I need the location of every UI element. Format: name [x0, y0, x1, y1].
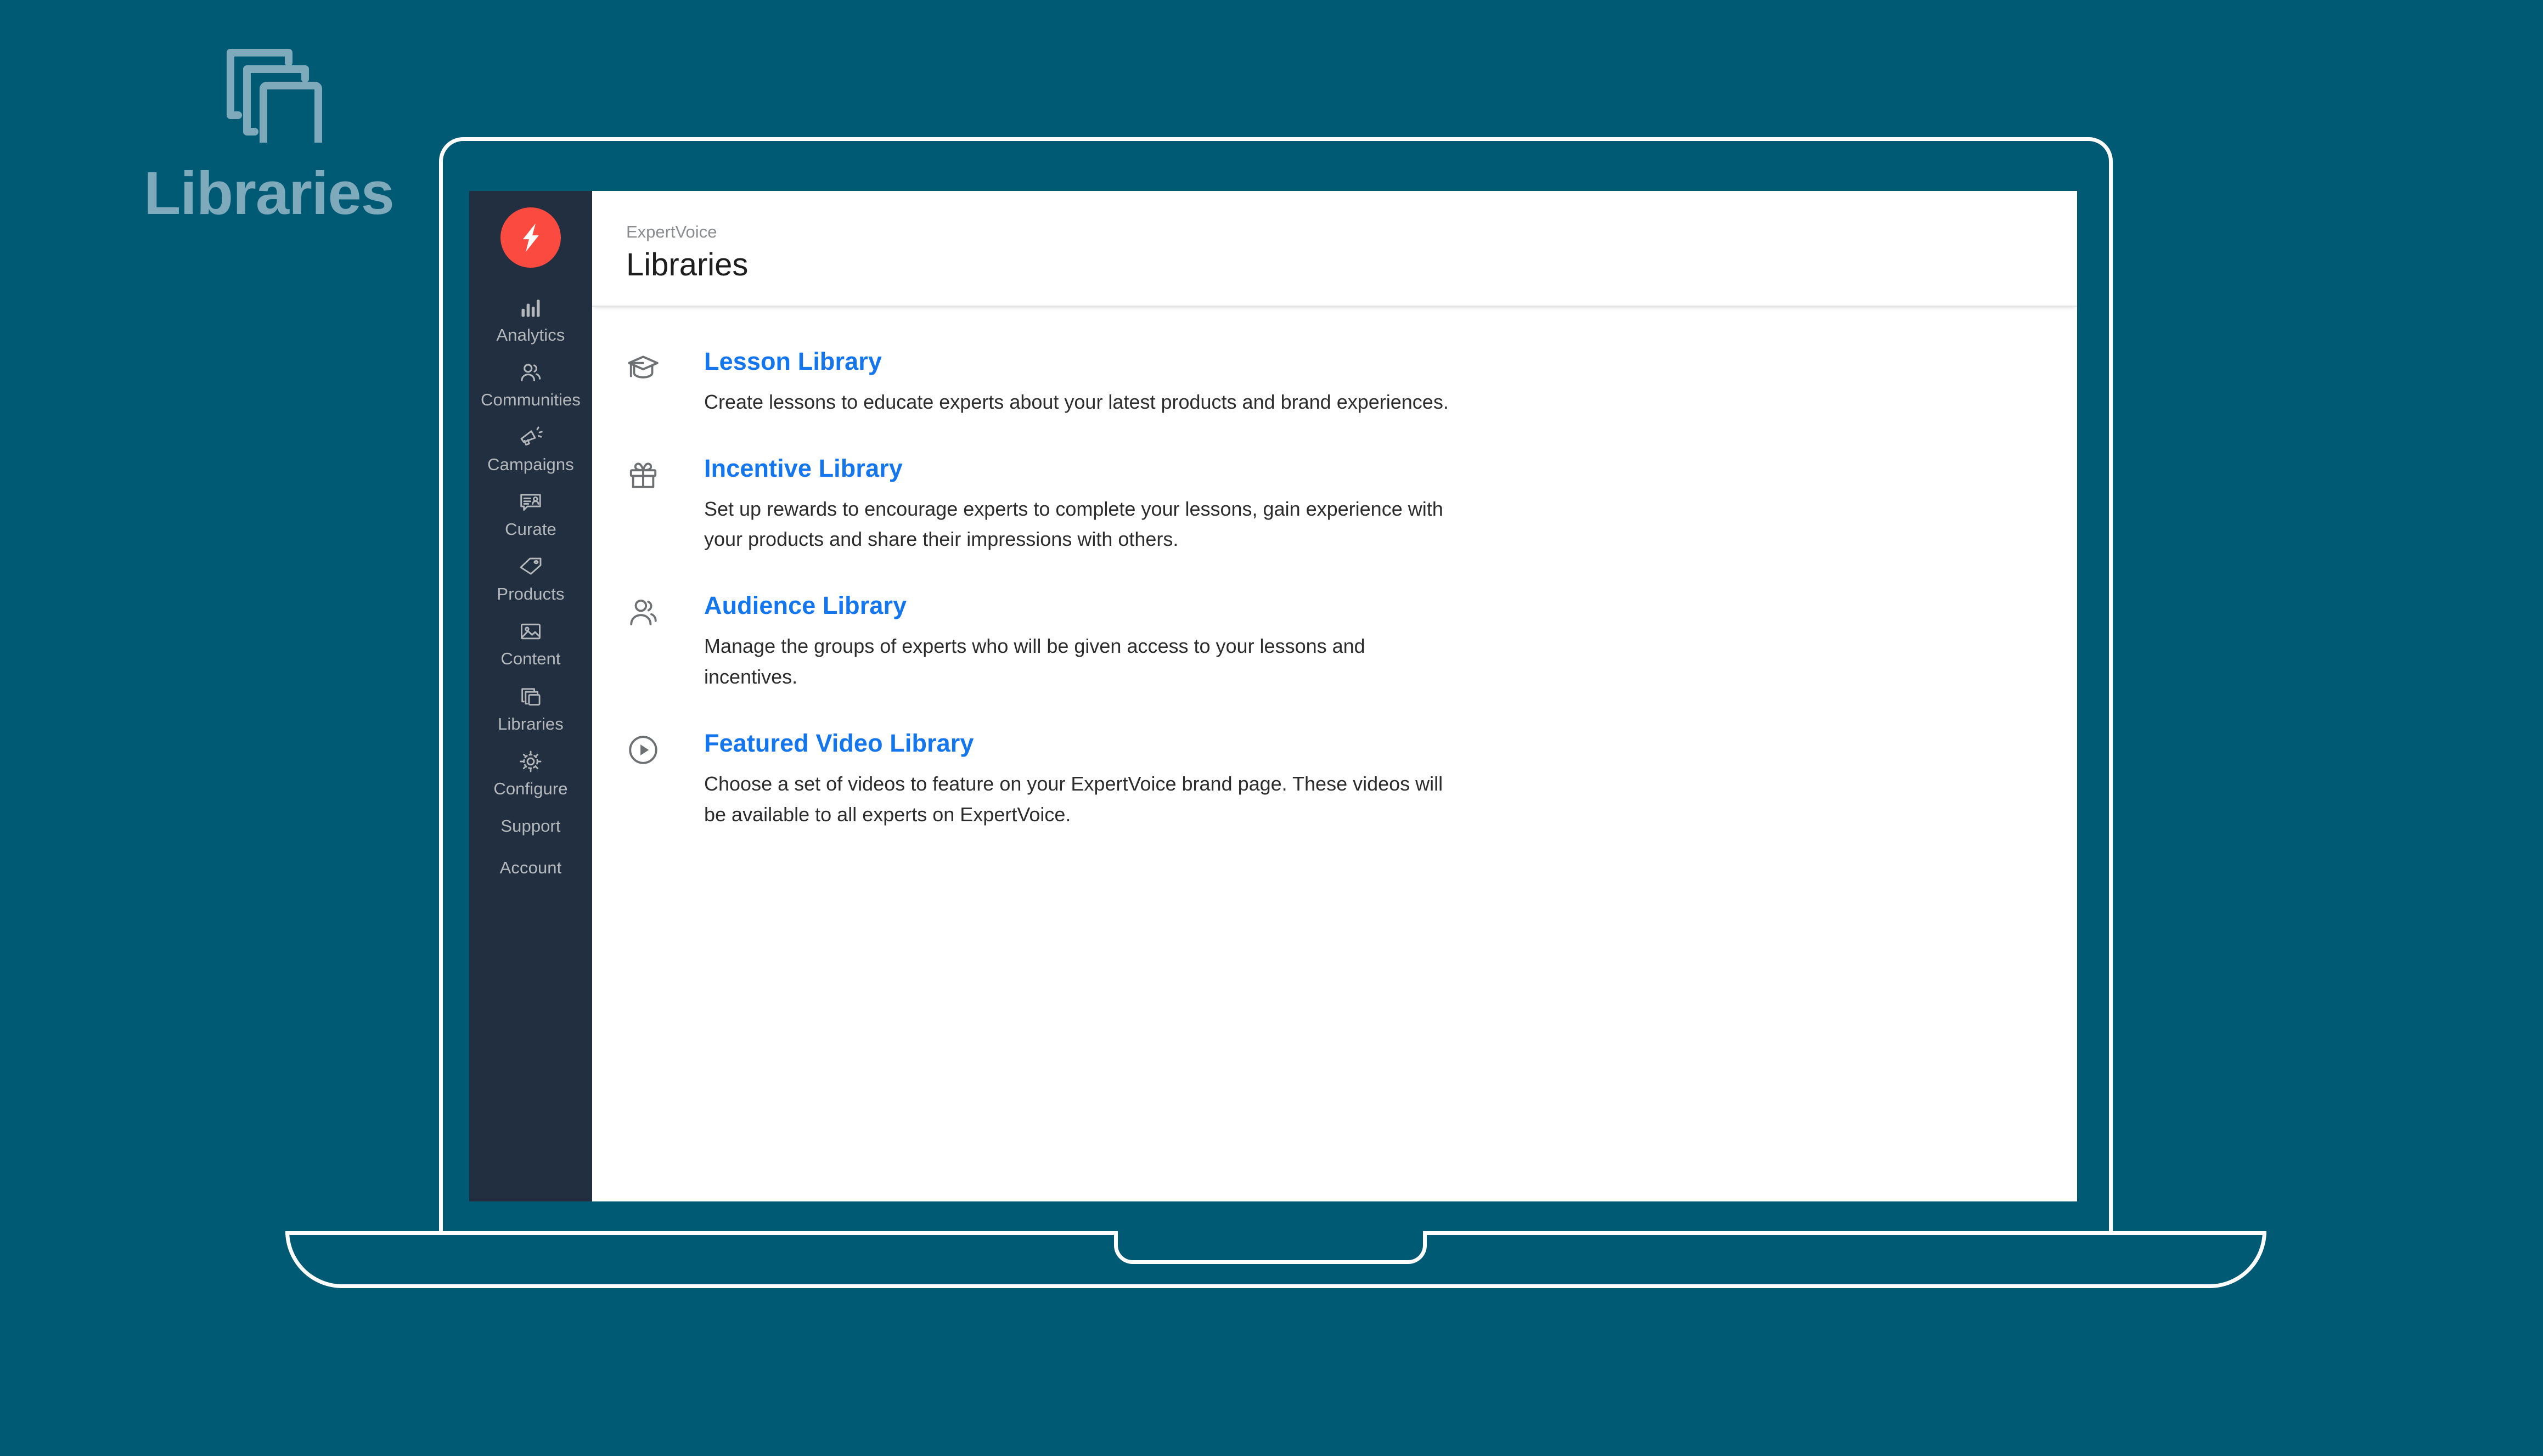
list-item-body: Incentive Library Set up rewards to enco… [673, 454, 1464, 555]
featured-video-library-link[interactable]: Featured Video Library [704, 729, 974, 758]
sidebar-item-label: Account [499, 857, 562, 877]
sidebar-item-analytics[interactable]: Analytics [469, 286, 592, 351]
sidebar-item-label: Support [500, 816, 561, 836]
lesson-library-description: Create lessons to educate experts about … [704, 390, 1449, 413]
image-icon [519, 618, 543, 645]
sidebar-item-label: Analytics [496, 325, 565, 345]
list-item-body: Featured Video Library Choose a set of v… [673, 729, 1464, 830]
sidebar-item-label: Campaigns [487, 455, 574, 475]
breadcrumb: ExpertVoice [626, 222, 717, 241]
list-item: Incentive Library Set up rewards to enco… [626, 454, 2077, 555]
sidebar-item-account[interactable]: Account [469, 846, 592, 888]
list-item: Featured Video Library Choose a set of v… [626, 729, 2077, 830]
featured-video-library-description: Choose a set of videos to feature on you… [704, 772, 1443, 826]
gift-icon [626, 454, 673, 492]
laptop-trackpad-notch [1114, 1231, 1427, 1264]
megaphone-icon [518, 424, 543, 451]
incentive-library-link[interactable]: Incentive Library [704, 454, 903, 483]
brand-title: Libraries [144, 160, 395, 227]
sidebar-item-label: Products [497, 584, 565, 604]
sidebar-item-libraries[interactable]: Libraries [469, 675, 592, 740]
sidebar-item-support[interactable]: Support [469, 805, 592, 846]
sidebar-item-content[interactable]: Content [469, 610, 592, 675]
audience-library-link[interactable]: Audience Library [704, 591, 907, 620]
people-icon [518, 359, 543, 386]
lesson-library-link[interactable]: Lesson Library [704, 347, 882, 376]
list-item: Audience Library Manage the groups of ex… [626, 591, 2077, 692]
audience-library-description: Manage the groups of experts who will be… [704, 635, 1365, 689]
brand-label: Libraries [99, 33, 439, 224]
list-item: Lesson Library Create lessons to educate… [626, 347, 2077, 417]
laptop-base [285, 1231, 2266, 1288]
list-item-body: Lesson Library Create lessons to educate… [673, 347, 1464, 417]
library-list: Lesson Library Create lessons to educate… [592, 307, 2077, 830]
sidebar-item-label: Configure [493, 778, 568, 798]
list-item-body: Audience Library Manage the groups of ex… [673, 591, 1464, 692]
gear-icon [518, 748, 543, 775]
sidebar-item-communities[interactable]: Communities [469, 351, 592, 416]
app-screen: Analytics Communities Campaigns Curate P… [469, 191, 2077, 1201]
review-card-icon [518, 488, 543, 516]
stacked-documents-icon [518, 683, 543, 710]
sidebar-item-label: Content [500, 649, 561, 669]
sidebar-item-label: Communities [481, 390, 581, 410]
sidebar-item-products[interactable]: Products [469, 545, 592, 610]
play-circle-icon [626, 729, 673, 767]
sidebar-item-label: Libraries [498, 714, 564, 733]
graduation-cap-icon [626, 347, 673, 385]
sidebar: Analytics Communities Campaigns Curate P… [469, 191, 592, 1201]
sidebar-item-curate[interactable]: Curate [469, 481, 592, 545]
sidebar-item-configure[interactable]: Configure [469, 740, 592, 805]
page-title: Libraries [626, 247, 749, 283]
bar-chart-icon [519, 294, 543, 321]
incentive-library-description: Set up rewards to encourage experts to c… [704, 497, 1443, 551]
sidebar-item-label: Curate [505, 520, 556, 539]
person-group-icon [626, 591, 673, 629]
page-header: ExpertVoice Libraries [592, 191, 2077, 307]
main-content: ExpertVoice Libraries Lesson Library Cre… [592, 191, 2077, 1201]
tag-icon [518, 553, 543, 580]
stacked-documents-icon [214, 33, 324, 153]
lightning-bolt-logo[interactable] [500, 207, 561, 268]
sidebar-item-campaigns[interactable]: Campaigns [469, 416, 592, 481]
